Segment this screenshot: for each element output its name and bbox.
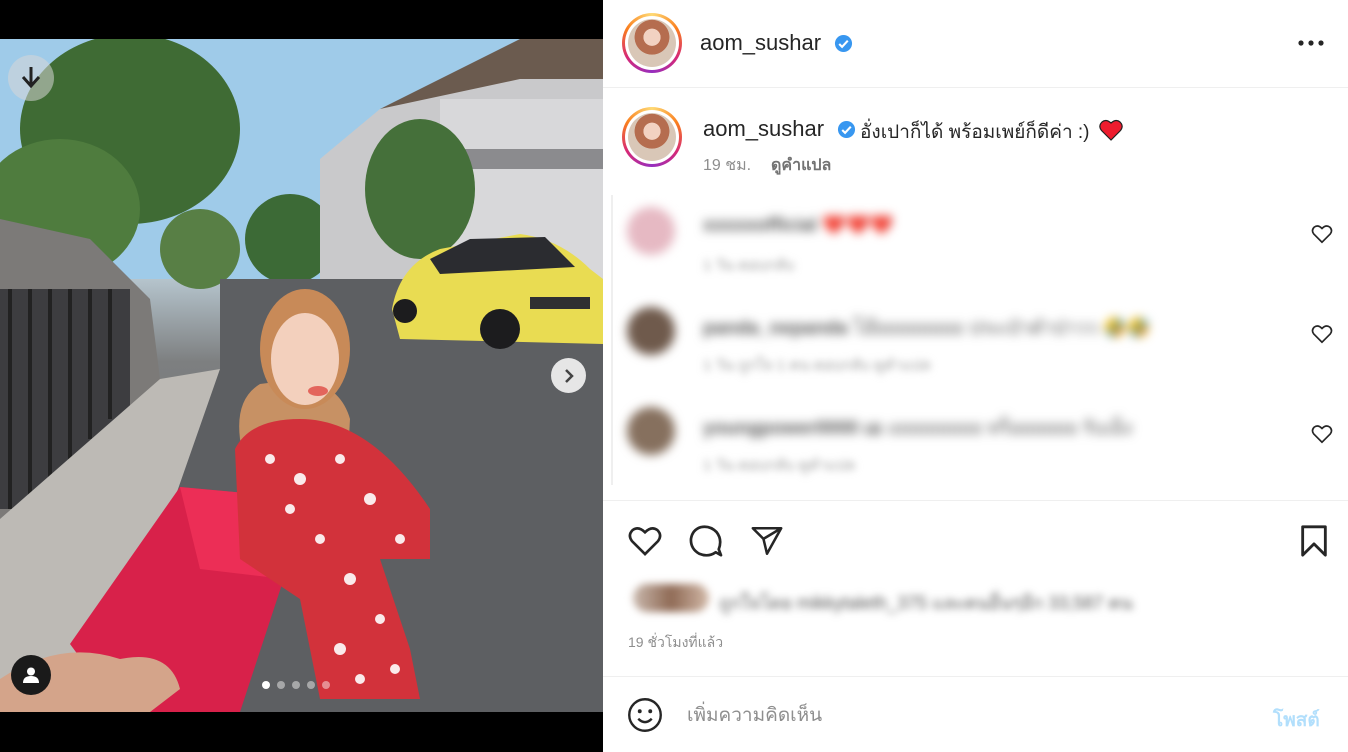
emoji-icon[interactable] — [627, 697, 663, 733]
comment-like-heart-icon[interactable] — [1311, 423, 1333, 445]
comment-text: xxxxxofficial ❤️❤️❤️ — [703, 215, 894, 236]
post-header: aom_sushar — [603, 0, 1348, 88]
comment-meta: 1 วัน ตอบกลับ — [703, 257, 795, 274]
verified-badge-icon — [834, 34, 853, 53]
share-icon — [751, 526, 783, 556]
comment-button[interactable] — [686, 521, 726, 561]
bookmark-icon — [1301, 525, 1327, 557]
caption-author-avatar[interactable] — [622, 107, 682, 167]
carousel-dot — [307, 681, 315, 689]
more-options-icon — [1298, 40, 1324, 46]
post-timestamp[interactable]: 19 ชั่วโมงที่แล้ว — [628, 632, 723, 654]
comment-meta: 1 วัน ถูกใจ 1 คน ตอบกลับ ดูคำแปล — [703, 357, 931, 374]
comment-meta: 1 วัน ตอบกลับ ดูคำแปล — [703, 457, 856, 474]
post-media — [0, 0, 603, 752]
see-translation-link[interactable]: ดูคำแปล — [771, 153, 831, 178]
comments-list: xxxxxofficial ❤️❤️❤️ 1 วัน ตอบกลับ panda… — [611, 195, 1341, 495]
download-button[interactable] — [8, 55, 54, 101]
carousel-indicator — [262, 681, 330, 689]
comment-like-heart-icon[interactable] — [1311, 223, 1333, 245]
post-actions-bar — [603, 500, 1348, 580]
comment-item: youngpower0000 เอ เยยยยยยยย ทร็อยยยยย รั… — [611, 395, 1341, 485]
commenter-avatar[interactable] — [627, 307, 675, 355]
verified-badge-icon — [837, 120, 856, 139]
comment-like-heart-icon[interactable] — [1311, 323, 1333, 345]
photo-scene — [0, 39, 603, 712]
comment-composer: โพสต์ — [603, 676, 1348, 752]
caption-author-username[interactable]: aom_sushar — [703, 116, 824, 142]
likes-summary[interactable]: ถูกใจโดย mikkytaleth_375 และคนอื่นๆอีก 3… — [719, 588, 1133, 617]
share-button[interactable] — [747, 521, 787, 561]
comment-item: xxxxxofficial ❤️❤️❤️ 1 วัน ตอบกลับ — [611, 195, 1341, 285]
commenter-avatar[interactable] — [627, 207, 675, 255]
more-options-button[interactable] — [1296, 30, 1326, 56]
heart-icon — [628, 527, 662, 556]
red-heart-icon — [1099, 119, 1123, 141]
post-detail-panel: aom_sushar aom_sushar อั่งเปาก็ได้ พร้อม… — [603, 0, 1348, 752]
carousel-dot — [292, 681, 300, 689]
caption-age: 19 ชม. — [703, 157, 752, 174]
author-username[interactable]: aom_sushar — [700, 30, 821, 56]
likers-avatars[interactable] — [633, 584, 709, 612]
comment-text: youngpower0000 เอ เยยยยยยยย ทร็อยยยยย รั… — [703, 418, 1133, 439]
comment-input[interactable] — [687, 701, 1247, 731]
commenter-avatar[interactable] — [627, 407, 675, 455]
post-comment-button[interactable]: โพสต์ — [1273, 705, 1320, 735]
chevron-right-icon — [564, 368, 574, 383]
comment-icon — [689, 525, 723, 557]
user-tag-icon — [23, 667, 39, 683]
like-button[interactable] — [625, 521, 665, 561]
tagged-users-button[interactable] — [11, 655, 51, 695]
caption-text: อั่งเปาก็ได้ พร้อมเพย์ก็ดีค่า :) — [860, 122, 1090, 143]
carousel-dot — [322, 681, 330, 689]
author-avatar[interactable] — [622, 13, 682, 73]
carousel-next-button[interactable] — [551, 358, 586, 393]
download-icon — [21, 67, 41, 89]
comment-item: panda_nepanda โอ๊ยยยยยยยย ประเป๋าดำป่าวว… — [611, 295, 1341, 385]
post-photo[interactable] — [0, 39, 603, 712]
comment-text: panda_nepanda โอ๊ยยยยยยยย ประเป๋าดำป่าวว… — [703, 318, 1151, 339]
carousel-dot — [262, 681, 270, 689]
carousel-dot — [277, 681, 285, 689]
post-caption: อั่งเปาก็ได้ พร้อมเพย์ก็ดีค่า :) — [860, 117, 1123, 147]
save-button[interactable] — [1294, 521, 1334, 561]
